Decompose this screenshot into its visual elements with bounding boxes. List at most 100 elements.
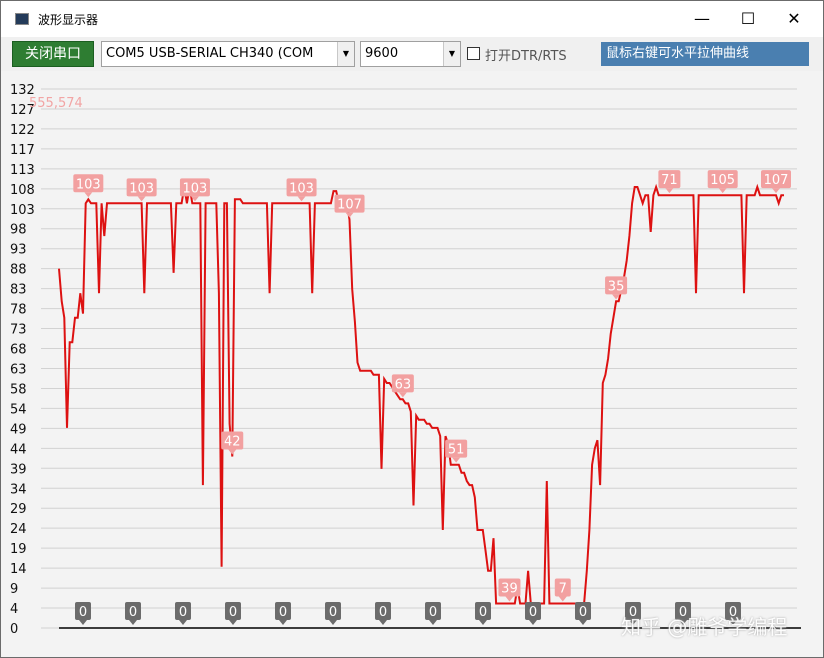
baud-select-value: 9600 bbox=[365, 46, 399, 61]
value-label: 103 bbox=[179, 178, 210, 202]
value-label-text: 107 bbox=[337, 198, 362, 213]
y-tick-label: 93 bbox=[10, 243, 27, 258]
value-label-pointer bbox=[452, 457, 461, 463]
y-tick-label: 108 bbox=[10, 183, 35, 198]
value-label-pointer bbox=[84, 192, 93, 198]
title-bar[interactable]: 波形显示器 — ☐ ✕ bbox=[1, 1, 823, 37]
dtr-rts-label[interactable]: 打开DTR/RTS bbox=[485, 45, 567, 64]
y-tick-label: 117 bbox=[10, 143, 35, 158]
y-tick-label: 49 bbox=[10, 422, 27, 437]
y-tick-label: 122 bbox=[10, 123, 35, 138]
zero-label: 0 bbox=[425, 602, 441, 625]
y-tick-label: 29 bbox=[10, 502, 27, 517]
value-label-pointer bbox=[665, 188, 674, 194]
y-tick-label: 83 bbox=[10, 283, 27, 298]
value-label-pointer bbox=[228, 449, 237, 455]
toolbar: 关闭串口 COM5 USB-SERIAL CH340 (COM ▼ 9600 ▼… bbox=[1, 37, 823, 71]
chevron-down-icon[interactable]: ▼ bbox=[337, 42, 354, 66]
zero-label-pointer bbox=[579, 620, 587, 625]
y-tick-label: 88 bbox=[10, 263, 27, 278]
zero-label-pointer bbox=[129, 620, 137, 625]
value-label: 71 bbox=[658, 170, 681, 194]
zero-label-pointer bbox=[229, 620, 237, 625]
zero-label: 0 bbox=[575, 602, 591, 625]
dtr-rts-checkbox[interactable] bbox=[467, 47, 480, 60]
y-tick-label: 63 bbox=[10, 362, 27, 377]
value-label-pointer bbox=[772, 188, 781, 194]
value-label: 51 bbox=[445, 439, 468, 463]
port-select[interactable]: COM5 USB-SERIAL CH340 (COM ▼ bbox=[101, 41, 355, 67]
waveform-chart[interactable]: 1321271221171131081039893888378736863585… bbox=[1, 71, 823, 657]
y-tick-label: 0 bbox=[10, 622, 18, 637]
zero-label-text: 0 bbox=[429, 605, 437, 620]
value-label: 42 bbox=[221, 431, 244, 455]
y-tick-label: 103 bbox=[10, 203, 35, 218]
zero-label: 0 bbox=[75, 602, 91, 625]
value-label: 107 bbox=[761, 170, 792, 194]
value-label-text: 103 bbox=[76, 177, 101, 192]
zero-label-text: 0 bbox=[579, 605, 587, 620]
value-label: 103 bbox=[73, 174, 104, 198]
close-button[interactable]: ✕ bbox=[771, 1, 817, 37]
value-label-text: 7 bbox=[559, 582, 567, 597]
zero-label-pointer bbox=[429, 620, 437, 625]
value-label-text: 63 bbox=[395, 377, 412, 392]
y-tick-label: 24 bbox=[10, 522, 27, 537]
grid-lines bbox=[41, 88, 797, 629]
value-label: 7 bbox=[554, 578, 571, 602]
y-tick-label: 44 bbox=[10, 442, 27, 457]
value-label: 103 bbox=[126, 178, 157, 202]
minimize-button[interactable]: — bbox=[679, 1, 725, 37]
zero-label-text: 0 bbox=[329, 605, 337, 620]
value-label: 35 bbox=[605, 276, 628, 300]
close-port-button[interactable]: 关闭串口 bbox=[12, 41, 94, 67]
y-tick-label: 68 bbox=[10, 343, 27, 358]
zero-label-pointer bbox=[379, 620, 387, 625]
zero-label-text: 0 bbox=[229, 605, 237, 620]
value-label-pointer bbox=[398, 392, 407, 398]
value-label-text: 103 bbox=[129, 181, 154, 196]
zero-label-pointer bbox=[279, 620, 287, 625]
y-tick-label: 39 bbox=[10, 462, 27, 477]
zero-label-text: 0 bbox=[279, 605, 287, 620]
value-label: 107 bbox=[334, 194, 365, 218]
zero-label: 0 bbox=[125, 602, 141, 625]
value-label: 63 bbox=[391, 374, 414, 398]
hint-banner: 鼠标右键可水平拉伸曲线 bbox=[601, 42, 809, 66]
value-label-text: 103 bbox=[183, 181, 208, 196]
value-label-pointer bbox=[137, 196, 146, 202]
zero-label: 0 bbox=[175, 602, 191, 625]
zero-label: 0 bbox=[275, 602, 291, 625]
maximize-button[interactable]: ☐ bbox=[725, 1, 771, 37]
app-window: 波形显示器 — ☐ ✕ 关闭串口 COM5 USB-SERIAL CH340 (… bbox=[0, 0, 824, 658]
zero-label-text: 0 bbox=[479, 605, 487, 620]
value-label: 105 bbox=[707, 170, 738, 194]
value-label-pointer bbox=[718, 188, 727, 194]
zero-label-pointer bbox=[179, 620, 187, 625]
value-label-text: 107 bbox=[764, 173, 789, 188]
zero-label-text: 0 bbox=[179, 605, 187, 620]
y-tick-label: 98 bbox=[10, 223, 27, 238]
value-label-text: 105 bbox=[710, 173, 735, 188]
value-label-text: 39 bbox=[501, 582, 518, 597]
y-tick-label: 34 bbox=[10, 482, 27, 497]
baud-select[interactable]: 9600 ▼ bbox=[360, 41, 461, 67]
waveform-plot[interactable]: 132 127 122 117 113 108 103 98 93 88 83 78 73 68 63 58 5… bbox=[1, 71, 823, 657]
watermark: 知乎 @雕爷学编程 bbox=[621, 615, 788, 639]
value-label-pointer bbox=[505, 596, 514, 602]
zero-label-pointer bbox=[479, 620, 487, 625]
zero-label: 0 bbox=[525, 602, 541, 625]
y-tick-label: 54 bbox=[10, 402, 27, 417]
value-labels: 103 103 103 42 103 107 63 51 39 7 35 71 105 107 bbox=[73, 170, 792, 602]
zero-label-text: 0 bbox=[529, 605, 537, 620]
chevron-down-icon[interactable]: ▼ bbox=[443, 42, 460, 66]
zero-label: 0 bbox=[225, 602, 241, 625]
value-label-pointer bbox=[345, 212, 354, 218]
zero-label-text: 0 bbox=[129, 605, 137, 620]
y-axis: 1321271221171131081039893888378736863585… bbox=[10, 83, 35, 637]
waveform-series-line bbox=[58, 183, 784, 605]
zero-label-pointer bbox=[79, 620, 87, 625]
value-label-pointer bbox=[297, 196, 306, 202]
zero-label-text: 0 bbox=[79, 605, 87, 620]
zero-label-pointer bbox=[329, 620, 337, 625]
